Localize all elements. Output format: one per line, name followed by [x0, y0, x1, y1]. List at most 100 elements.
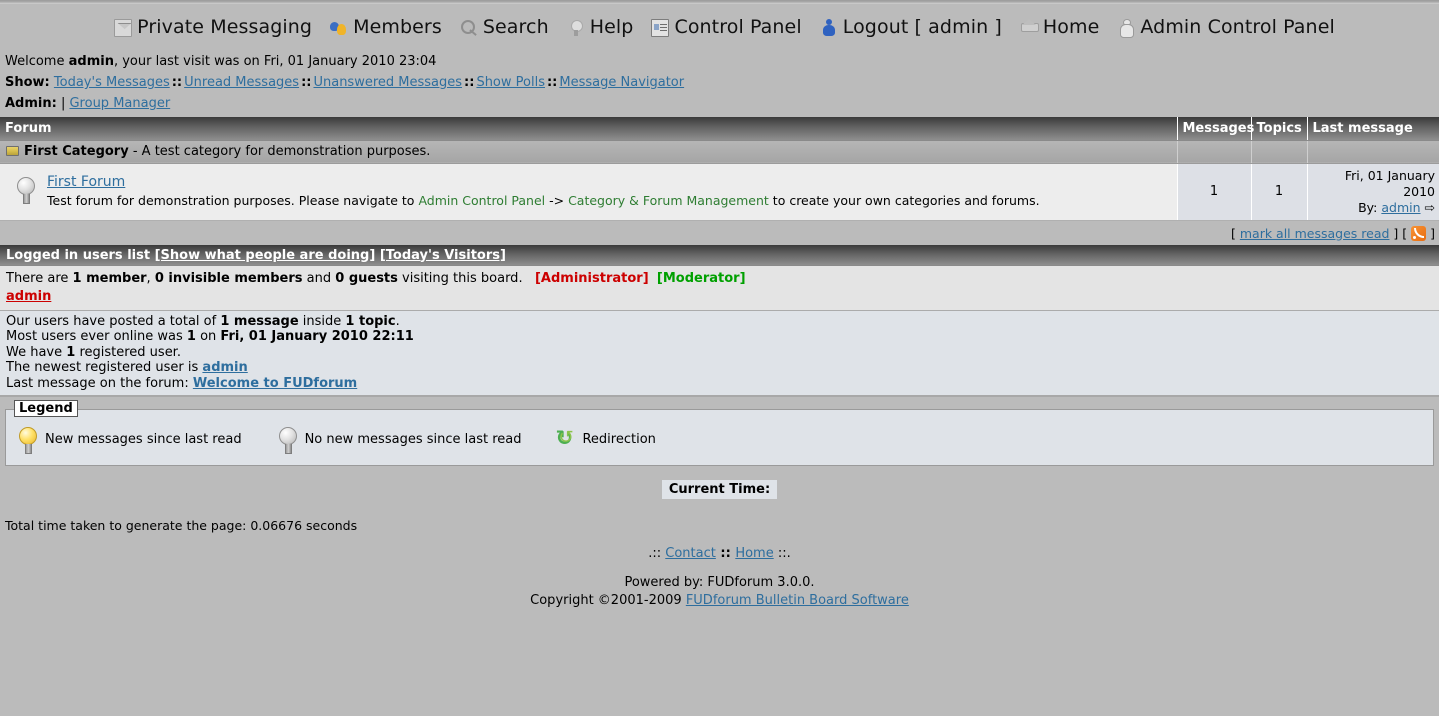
show-sep-3: ::	[464, 75, 475, 90]
stats-total-messages: 1 message	[220, 313, 299, 329]
todays-visitors-link[interactable]: [Today's Visitors]	[380, 248, 506, 263]
legend-label-redirection: Redirection	[582, 432, 656, 447]
nav-label-control-panel: Control Panel	[674, 16, 802, 38]
newest-user-link[interactable]: admin	[202, 360, 247, 375]
mark-read-bar: [ mark all messages read ] [ ]	[0, 220, 1439, 245]
stats-most-online-count: 1	[186, 329, 196, 344]
admin-links-line: Admin: | Group Manager	[5, 96, 171, 111]
last-message-date: Fri, 01 January 2010	[1344, 167, 1435, 199]
nav-item-home[interactable]: Home	[1011, 18, 1109, 37]
column-header-messages: Messages	[1177, 117, 1254, 141]
markread-close: ]	[1426, 225, 1435, 241]
category-cell-topics	[1251, 140, 1308, 164]
visitor-text-d: visiting this board.	[397, 270, 523, 286]
online-user-admin[interactable]: admin	[6, 289, 51, 304]
footer-copyright-row: Copyright ©2001-2009 FUDforum Bulletin B…	[0, 592, 1439, 610]
search-icon	[460, 19, 478, 37]
footer-copyright-prefix: Copyright ©2001-2009	[530, 593, 686, 608]
welcome-suffix: , your last visit was on Fri, 01 January…	[113, 54, 437, 69]
goto-last-message-icon[interactable]: ⇨	[1425, 200, 1435, 215]
footer-left-dots: .::	[648, 546, 666, 561]
forum-name-link[interactable]: First Forum	[47, 174, 125, 190]
forum-info-cell: First Forum Test forum for demonstration…	[0, 163, 1178, 221]
nav-item-search[interactable]: Search	[451, 18, 558, 37]
legend-section: Legend New messages since last read No n…	[0, 397, 1439, 466]
logged-in-users-panel: There are 1 member, 0 invisible members …	[0, 265, 1439, 311]
nav-item-logout[interactable]: Logout [ admin ]	[811, 18, 1011, 37]
stats-line-newest-user: The newest registered user is admin	[6, 360, 1433, 376]
nav-item-private-messaging[interactable]: Private Messaging	[105, 18, 321, 37]
stats-most-online-date: Fri, 01 January 2010 22:11	[220, 329, 414, 344]
forum-desc-link-acp[interactable]: Admin Control Panel	[418, 193, 545, 208]
column-header-forum: Forum	[0, 117, 1178, 141]
nav-item-control-panel[interactable]: Control Panel	[642, 18, 810, 37]
moderator-badge: [Moderator]	[656, 270, 746, 286]
footer-right-dots: ::.	[773, 546, 791, 561]
visitor-text-a: There are	[6, 270, 73, 286]
nav-label-members: Members	[353, 16, 442, 38]
stats-line-registered: We have 1 registered user.	[6, 345, 1433, 361]
welcome-prefix: Welcome	[5, 54, 69, 69]
nav-label-logout: Logout [ admin ]	[842, 16, 1002, 38]
last-forum-message-link[interactable]: Welcome to FUDforum	[193, 376, 357, 391]
category-description: A test category for demonstration purpos…	[141, 144, 431, 159]
redirection-icon	[555, 426, 575, 450]
forum-desc-link-cfm[interactable]: Category & Forum Management	[568, 193, 769, 208]
table-row[interactable]: First Forum Test forum for demonstration…	[0, 163, 1439, 221]
footer-powered-by: Powered by: FUDforum 3.0.0.	[624, 575, 815, 590]
current-time-section: Current Time:	[0, 466, 1439, 499]
show-sep-4: ::	[546, 75, 558, 90]
category-cell-messages	[1177, 140, 1252, 164]
link-show-polls[interactable]: Show Polls	[476, 75, 545, 90]
count-invisible-members: 0 invisible members	[154, 270, 303, 286]
stats-l4a: The newest registered user is	[6, 360, 203, 375]
forum-desc-arrow: ->	[545, 193, 569, 208]
nav-item-members[interactable]: Members	[321, 18, 451, 37]
link-unanswered-messages[interactable]: Unanswered Messages	[313, 75, 462, 90]
mark-all-messages-read-link[interactable]: mark all messages read	[1240, 226, 1390, 241]
nav-label-private-messaging: Private Messaging	[137, 16, 313, 38]
stats-total-topics: 1 topic	[345, 313, 396, 329]
last-message-by-label: By:	[1358, 199, 1382, 215]
category-row[interactable]: First Category - A test category for dem…	[0, 140, 1439, 164]
show-sep-2: ::	[301, 75, 312, 90]
forum-last-message-cell: Fri, 01 January 2010 By: admin ⇨	[1307, 163, 1439, 221]
link-message-navigator[interactable]: Message Navigator	[559, 75, 684, 90]
show-sep-1: ::	[171, 75, 183, 90]
stats-l3c: registered user.	[75, 344, 181, 360]
link-group-manager[interactable]: Group Manager	[69, 96, 170, 111]
category-cell-last	[1307, 140, 1439, 164]
admin-control-panel-icon	[1117, 18, 1135, 38]
board-statistics-panel: Our users have posted a total of 1 messa…	[0, 310, 1439, 397]
stats-l1e: .	[395, 313, 400, 329]
no-new-messages-bulb-icon	[276, 425, 298, 455]
forum-topics-count: 1	[1251, 163, 1308, 221]
rss-feed-icon[interactable]	[1411, 225, 1427, 241]
page-generation-time: Total time taken to generate the page: 0…	[5, 518, 358, 533]
forum-desc-part2: to create your own categories and forums…	[768, 193, 1040, 208]
stats-line-last-message: Last message on the forum: Welcome to FU…	[6, 376, 1433, 392]
current-time-label: Current Time:	[661, 480, 778, 499]
forum-table: Forum Messages Topics Last message First…	[0, 117, 1439, 221]
markread-open: [	[1231, 225, 1240, 241]
category-dash: -	[128, 144, 142, 159]
column-header-topics: Topics	[1251, 117, 1308, 141]
online-users-row: admin	[6, 288, 1433, 306]
nav-item-help[interactable]: Help	[558, 18, 643, 37]
stats-l1a: Our users have posted a total of	[6, 313, 221, 329]
footer-home-link[interactable]: Home	[735, 546, 773, 561]
show-what-people-are-doing-link[interactable]: [Show what people are doing]	[155, 248, 376, 263]
page-footer: .:: Contact :: Home ::. Powered by: FUDf…	[0, 533, 1439, 610]
show-label: Show:	[5, 75, 50, 90]
footer-contact-link[interactable]: Contact	[665, 546, 716, 561]
category-collapse-icon[interactable]	[6, 145, 19, 156]
nav-item-admin-control-panel[interactable]: Admin Control Panel	[1108, 18, 1343, 38]
footer-fudforum-link[interactable]: FUDforum Bulletin Board Software	[686, 593, 909, 608]
last-message-author-link[interactable]: admin	[1381, 200, 1420, 215]
count-guests: 0 guests	[335, 270, 398, 286]
markread-mid: ] [	[1389, 225, 1412, 241]
link-unread-messages[interactable]: Unread Messages	[184, 75, 299, 90]
logged-in-users-header: Logged in users list [Show what people a…	[0, 244, 1439, 266]
legend-item-no-new-messages: No new messages since last read	[276, 424, 521, 455]
link-todays-messages[interactable]: Today's Messages	[54, 75, 170, 90]
